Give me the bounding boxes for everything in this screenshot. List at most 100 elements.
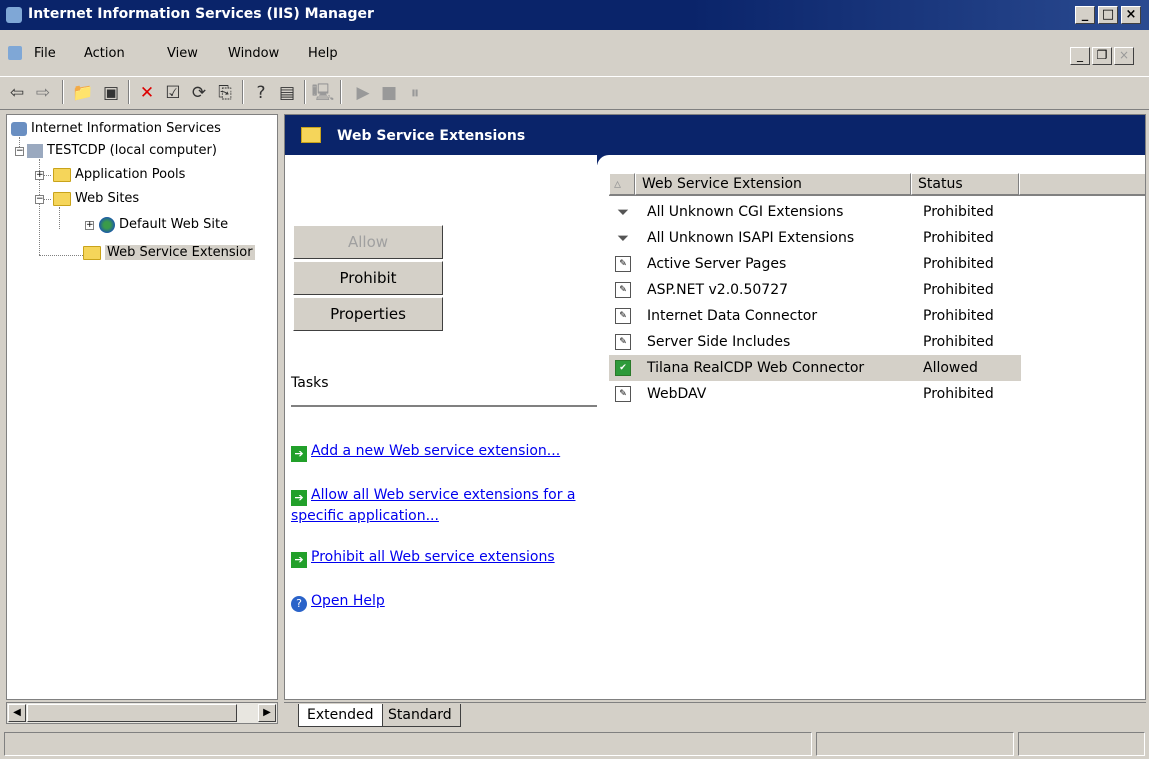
refresh-icon[interactable]: ⟳ [186,80,212,106]
menu-help[interactable]: Help [308,46,338,61]
show-hide-action-pane-icon[interactable]: ▤ [274,80,300,106]
window-title: Internet Information Services (IIS) Mana… [28,6,374,22]
list-item[interactable]: ⏷ All Unknown ISAPI Extensions Prohibited [609,225,1021,251]
expand-toggle[interactable]: + [35,171,44,180]
help-icon[interactable]: ? [248,80,274,106]
header-edge [597,155,627,167]
folder-icon [301,127,321,143]
toolbar-separator [340,80,342,104]
green-arrow-icon: ➔ [291,490,307,506]
column-header-status[interactable]: Status [911,173,1019,195]
list-item[interactable]: ✎ Internet Data Connector Prohibited [609,303,1021,329]
forward-icon[interactable]: ⇨ [30,80,56,106]
iis-server-icon [11,121,27,136]
tree-item-web-service-extensions[interactable]: Web Service Extensior [83,243,255,263]
toolbar-separator [242,80,244,104]
tree-pane: Internet Information Services − TESTCDP … [6,114,278,700]
close-button[interactable]: × [1121,6,1141,24]
column-header-name[interactable]: Web Service Extension [635,173,911,195]
list-item[interactable]: ✎ WebDAV Prohibited [609,381,1021,407]
tasks-divider [291,405,597,407]
column-header-filler [1019,173,1145,195]
menu-window[interactable]: Window [228,46,279,61]
status-panel-3 [1018,732,1145,756]
stop-icon[interactable]: ■ [376,80,402,106]
up-folder-icon[interactable]: 📁 [70,80,96,106]
minimize-button[interactable]: _ [1075,6,1095,24]
play-icon[interactable]: ▶ [350,80,376,106]
folder-icon [53,191,71,206]
title-bar: Internet Information Services (IIS) Mana… [0,0,1149,30]
task-allow-all-for-app[interactable]: ➔ Allow all Web service extensions for a … [291,485,601,526]
mdi-restore-button[interactable]: ❐ [1092,47,1112,65]
extension-document-icon: ✎ [615,386,631,402]
tab-strip-line [284,702,1146,703]
status-panel-2 [816,732,1014,756]
task-prohibit-all[interactable]: ➔ Prohibit all Web service extensions [291,547,601,568]
mdi-document-icon [8,46,22,60]
prohibit-button[interactable]: Prohibit [293,261,443,295]
panel-title: Web Service Extensions [337,128,526,144]
extension-document-icon: ✎ [615,256,631,272]
iis-app-icon [6,7,22,23]
menu-file[interactable]: File [34,46,56,61]
collapse-toggle[interactable]: − [35,195,44,204]
expand-toggle[interactable]: + [85,221,94,230]
toolbar-separator [62,80,64,104]
show-hide-tree-icon[interactable]: ▣ [98,80,124,106]
tree-item-computer[interactable]: TESTCDP (local computer) [27,141,217,161]
tasks-label: Tasks [291,375,329,391]
help-icon: ? [291,596,307,612]
panel-header: Web Service Extensions [285,115,1145,155]
toolbar-separator [304,80,306,104]
properties-button[interactable]: Properties [293,297,443,331]
extension-document-icon: ✎ [615,308,631,324]
folder-icon [53,167,71,182]
list-item[interactable]: ✔ Tilana RealCDP Web Connector Allowed [609,355,1021,381]
tree-horizontal-scrollbar[interactable]: ◀ ▶ [6,702,278,724]
header-curve [595,155,1145,173]
list-item[interactable]: ✎ ASP.NET v2.0.50727 Prohibited [609,277,1021,303]
computer-icon [27,143,43,158]
extension-document-icon: ✎ [615,282,631,298]
sort-column-header[interactable]: ▵ [609,173,635,195]
green-arrow-icon: ➔ [291,552,307,568]
green-arrow-icon: ➔ [291,446,307,462]
mdi-close-button[interactable]: × [1114,47,1134,65]
scroll-left-button[interactable]: ◀ [8,704,26,722]
task-add-extension[interactable]: ➔ Add a new Web service extension... [291,441,601,462]
status-panel-main [4,732,812,756]
header-edge [285,155,605,173]
computer-icon[interactable]: 🖳 [310,80,336,106]
allowed-extension-icon: ✔ [615,360,631,376]
maximize-button[interactable]: □ [1098,6,1118,24]
toolbar-separator [128,80,130,104]
tab-standard[interactable]: Standard [380,704,461,727]
menu-view[interactable]: View [167,46,198,61]
export-list-icon[interactable]: ⎘ [212,80,238,106]
tree-item-root[interactable]: Internet Information Services [11,119,221,139]
scroll-right-button[interactable]: ▶ [258,704,276,722]
list-item[interactable]: ✎ Active Server Pages Prohibited [609,251,1021,277]
globe-icon [99,216,115,233]
back-icon[interactable]: ⇦ [4,80,30,106]
collapse-toggle[interactable]: − [15,147,24,156]
extension-document-icon: ✎ [615,334,631,350]
tab-extended[interactable]: Extended [298,704,383,727]
folder-icon [83,245,101,260]
tree-item-default-web-site[interactable]: Default Web Site [99,215,228,235]
pause-icon[interactable]: ⏸ [402,80,428,106]
filter-icon: ⏷ [616,229,629,247]
list-item[interactable]: ⏷ All Unknown CGI Extensions Prohibited [609,199,1021,225]
delete-icon[interactable]: ✕ [134,80,160,106]
mdi-minimize-button[interactable]: _ [1070,47,1090,65]
list-item[interactable]: ✎ Server Side Includes Prohibited [609,329,1021,355]
task-open-help[interactable]: ? Open Help [291,591,601,612]
scroll-thumb[interactable] [27,704,237,722]
allow-button[interactable]: Allow [293,225,443,259]
menu-action[interactable]: Action [84,46,125,61]
properties-icon[interactable]: ☑ [160,80,186,106]
tree-item-application-pools[interactable]: Application Pools [53,165,185,185]
tree-item-web-sites[interactable]: Web Sites [53,189,139,209]
filter-icon: ⏷ [616,203,629,221]
